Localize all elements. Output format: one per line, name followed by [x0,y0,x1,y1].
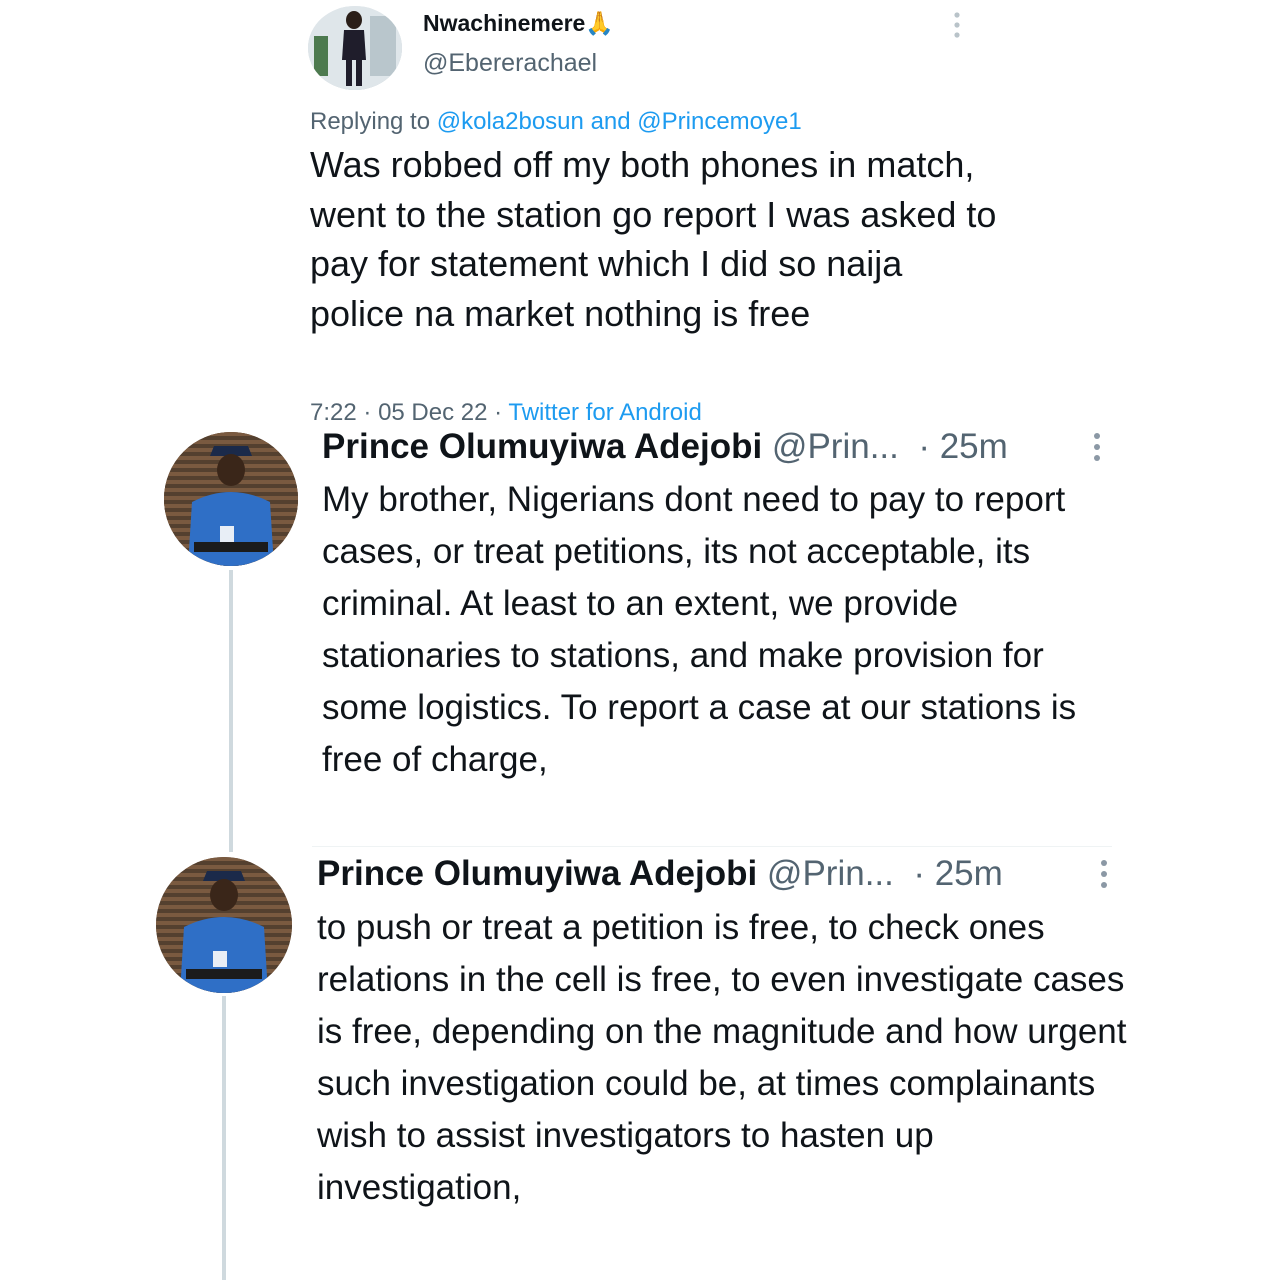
mention-link[interactable]: @Princemoye1 [637,108,801,135]
avatar-photo [308,6,402,90]
more-vertical-icon [1101,860,1107,888]
tweet-source[interactable]: Twitter for Android [508,399,701,426]
more-options-button[interactable] [1090,430,1104,464]
avatar[interactable] [156,857,292,993]
avatar[interactable] [308,6,402,90]
display-name[interactable]: Prince Olumuyiwa Adejobi [322,427,762,466]
reply-header: Prince Olumuyiwa Adejobi @Prin... · 25m [317,851,1003,897]
reply-time[interactable]: · 25m [913,854,1002,893]
tweet-date[interactable]: 05 Dec 22 [378,399,487,426]
reply-text: to push or treat a petition is free, to … [317,908,1127,1207]
display-name[interactable]: Prince Olumuyiwa Adejobi [317,854,757,893]
more-options-button[interactable] [1097,857,1111,891]
meta-separator: · [494,399,503,426]
folded-hands-emoji: 🙏 [585,10,614,36]
replying-and: and [590,108,631,135]
tweet-time[interactable]: 7:22 [310,399,357,426]
display-name-text: Nwachinemere [423,10,586,36]
meta-separator: · [363,399,372,426]
reply-header: Prince Olumuyiwa Adejobi @Prin... · 25m [322,424,1008,470]
more-vertical-icon [954,12,960,38]
divider [312,846,1112,847]
tweet-text: Was robbed off my both phones in match, … [310,144,997,334]
more-options-button[interactable] [946,10,968,40]
more-vertical-icon [1094,433,1100,461]
avatar-photo [156,857,292,993]
user-handle[interactable]: @Ebererachael [423,46,597,80]
reply-time[interactable]: · 25m [918,427,1007,466]
avatar[interactable] [164,432,298,566]
mention-link[interactable]: @kola2bosun [437,108,584,135]
replying-to: Replying to @kola2bosun and @Princemoye1 [310,106,802,138]
thread-line [229,570,233,852]
user-handle[interactable]: @Prin... [772,427,899,466]
user-handle[interactable]: @Prin... [767,854,894,893]
reply-text: My brother, Nigerians dont need to pay t… [322,480,1077,779]
thread-line [222,996,226,1280]
display-name[interactable]: Nwachinemere🙏 [423,6,614,40]
replying-prefix: Replying to [310,108,431,135]
avatar-photo [164,432,298,566]
